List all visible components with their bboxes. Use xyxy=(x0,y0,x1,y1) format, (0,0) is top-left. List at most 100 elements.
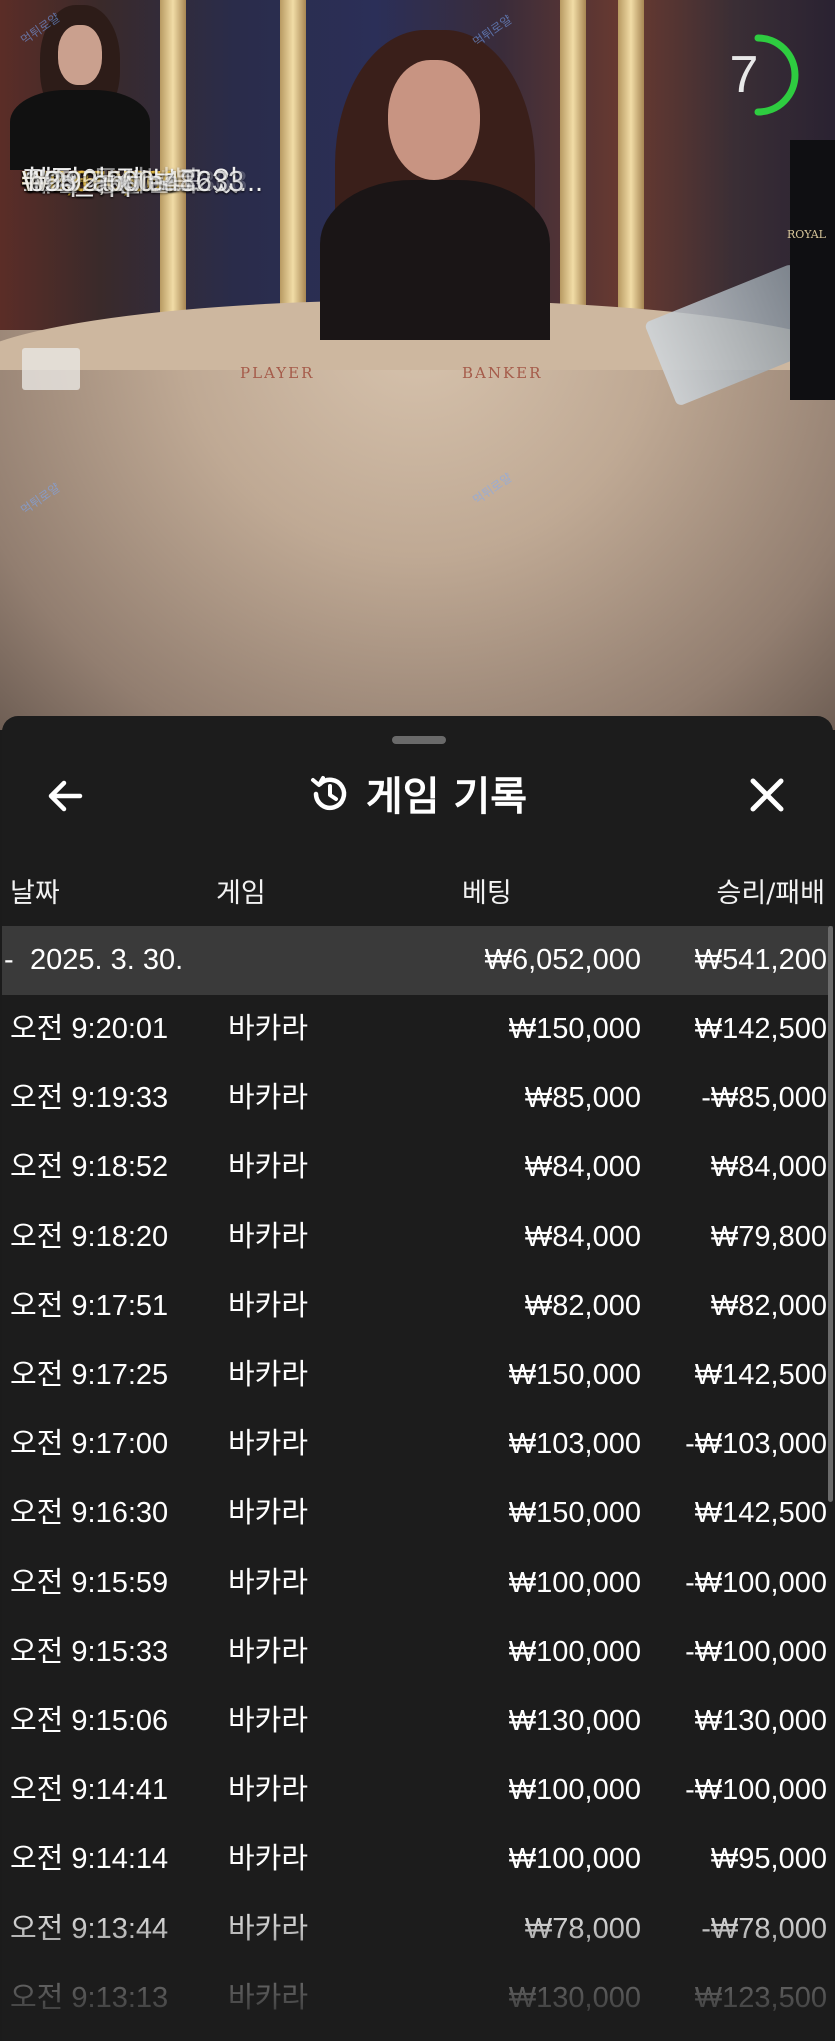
history-bet: ₩100,000 xyxy=(508,1843,641,1875)
history-row[interactable]: 오전 9:17:51 바카라 ₩82,000 ₩82,000 xyxy=(2,1272,833,1341)
history-bet: ₩100,000 xyxy=(508,1636,641,1668)
history-bet: ₩84,000 xyxy=(524,1151,641,1183)
history-result: ₩82,000 xyxy=(710,1290,827,1322)
history-time: 오전 9:14:14 xyxy=(10,1843,169,1875)
column-header-date: 날짜 xyxy=(10,878,60,909)
player-label: PLAYER xyxy=(240,364,315,382)
history-time: 오전 9:13:44 xyxy=(10,1913,169,1945)
history-bet: ₩100,000 xyxy=(508,1567,641,1599)
history-row[interactable]: 오전 9:18:20 바카라 ₩84,000 ₩79,800 xyxy=(2,1203,833,1272)
date-summary-date: 2025. 3. 30. xyxy=(30,944,184,976)
card-stack xyxy=(22,348,80,390)
date-summary-result: ₩541,200 xyxy=(694,944,827,976)
history-row[interactable]: 오전 9:16:30 바카라 ₩150,000 ₩142,500 xyxy=(2,1479,833,1548)
history-result: -₩78,000 xyxy=(701,1913,827,1945)
history-bet: ₩150,000 xyxy=(508,1013,641,1045)
date-summary-bet: ₩6,052,000 xyxy=(484,944,641,976)
history-time: 오전 9:15:33 xyxy=(10,1636,169,1668)
history-time: 오전 9:14:41 xyxy=(10,1774,169,1806)
history-result: ₩84,000 xyxy=(710,1151,827,1183)
history-game: 바카라 xyxy=(228,1982,309,2014)
history-result: -₩85,000 xyxy=(701,1082,827,1114)
history-row[interactable]: 오전 9:15:33 바카라 ₩100,000 -₩100,000 xyxy=(2,1618,833,1687)
scrollbar[interactable] xyxy=(828,926,833,1502)
history-row[interactable]: 오전 9:15:06 바카라 ₩130,000 ₩130,000 xyxy=(2,1687,833,1756)
history-result: ₩142,500 xyxy=(694,1013,827,1045)
history-result: -₩100,000 xyxy=(685,1774,827,1806)
history-row[interactable]: 오전 9:14:41 바카라 ₩100,000 -₩100,000 xyxy=(2,1756,833,1825)
history-row[interactable]: 오전 9:20:01 바카라 ₩150,000 ₩142,500 xyxy=(2,995,833,1064)
winner-name: 188_dmlwid1368 xyxy=(28,166,248,198)
history-game: 바카라 xyxy=(228,1013,309,1045)
history-bet: ₩82,000 xyxy=(524,1290,641,1322)
history-result: ₩79,800 xyxy=(710,1221,827,1253)
history-bet: ₩103,000 xyxy=(508,1428,641,1460)
column-header-bet: 베팅 xyxy=(462,878,512,909)
banner-text: ROYAL xyxy=(787,228,826,241)
history-time: 오전 9:13:13 xyxy=(10,1982,169,2014)
history-bet: ₩150,000 xyxy=(508,1359,641,1391)
history-time: 오전 9:18:52 xyxy=(10,1151,169,1183)
history-row[interactable]: 오전 9:13:44 바카라 ₩78,000 -₩78,000 xyxy=(2,1895,833,1964)
history-game: 바카라 xyxy=(228,1359,309,1391)
history-bet: ₩130,000 xyxy=(508,1705,641,1737)
round-timer: 7 xyxy=(729,46,759,104)
history-result: ₩95,000 xyxy=(710,1843,827,1875)
column-header-result: 승리/패배 xyxy=(716,878,825,909)
history-result: ₩130,000 xyxy=(694,1705,827,1737)
history-game: 바카라 xyxy=(228,1497,309,1529)
history-game: 바카라 xyxy=(228,1705,309,1737)
history-icon xyxy=(310,776,347,811)
date-summary-row[interactable]: - 2025. 3. 30. ₩6,052,000 ₩541,200 xyxy=(2,926,833,995)
history-time: 오전 9:16:30 xyxy=(10,1497,169,1529)
sheet-title: 게임 기록 xyxy=(2,764,833,822)
history-time: 오전 9:17:00 xyxy=(10,1428,169,1460)
history-bet: ₩78,000 xyxy=(524,1913,641,1945)
history-time: 오전 9:17:25 xyxy=(10,1359,169,1391)
history-result: ₩142,500 xyxy=(694,1497,827,1529)
history-row[interactable]: 오전 9:17:00 바카라 ₩103,000 -₩103,000 xyxy=(2,1410,833,1479)
history-game: 바카라 xyxy=(228,1843,309,1875)
drag-handle[interactable] xyxy=(392,736,446,744)
history-time: 오전 9:15:06 xyxy=(10,1705,169,1737)
history-bet: ₩150,000 xyxy=(508,1497,641,1529)
history-game: 바카라 xyxy=(228,1913,309,1945)
history-game: 바카라 xyxy=(228,1774,309,1806)
history-game: 바카라 xyxy=(228,1636,309,1668)
history-row[interactable]: 오전 9:17:25 바카라 ₩150,000 ₩142,500 xyxy=(2,1341,833,1410)
history-result: ₩142,500 xyxy=(694,1359,827,1391)
game-history-sheet: 게임 기록 날짜 게임 베팅 승리/패배 - 2025. 3. 30. ₩6,0… xyxy=(2,716,833,2041)
column-header-game: 게임 xyxy=(216,878,266,909)
history-bet: ₩100,000 xyxy=(508,1774,641,1806)
history-row[interactable]: 오전 9:19:33 바카라 ₩85,000 -₩85,000 xyxy=(2,1064,833,1133)
history-game: 바카라 xyxy=(228,1567,309,1599)
live-video: PLAYER BANKER ROYAL 7 먹튀로얄 먹튀로얄 먹튀로얄 먹튀로… xyxy=(0,0,835,730)
history-time: 오전 9:15:59 xyxy=(10,1567,169,1599)
history-time: 오전 9:17:51 xyxy=(10,1290,169,1322)
history-game: 바카라 xyxy=(228,1151,309,1183)
history-time: 오전 9:19:33 xyxy=(10,1082,169,1114)
history-result: -₩100,000 xyxy=(685,1636,827,1668)
history-result: ₩123,500 xyxy=(694,1982,827,2014)
close-icon xyxy=(750,778,784,812)
history-game: 바카라 xyxy=(228,1082,309,1114)
banker-label: BANKER xyxy=(462,364,543,382)
history-game: 바카라 xyxy=(228,1221,309,1253)
date-collapse-icon: - xyxy=(4,944,14,976)
history-bet: ₩84,000 xyxy=(524,1221,641,1253)
history-bet: ₩85,000 xyxy=(524,1082,641,1114)
history-time: 오전 9:18:20 xyxy=(10,1221,169,1253)
history-game: 바카라 xyxy=(228,1428,309,1460)
history-result: -₩103,000 xyxy=(685,1428,827,1460)
winner-entry: ₩1?2,650 188_dmlwid1368 xyxy=(22,148,835,217)
history-time: 오전 9:20:01 xyxy=(10,1013,169,1045)
history-row[interactable]: 오전 9:18:52 바카라 ₩84,000 ₩84,000 xyxy=(2,1133,833,1202)
history-game: 바카라 xyxy=(228,1290,309,1322)
close-button[interactable] xyxy=(744,772,790,818)
history-row[interactable]: 오전 9:14:14 바카라 ₩100,000 ₩95,000 xyxy=(2,1825,833,1894)
history-row[interactable]: 오전 9:13:13 바카라 ₩130,000 ₩123,500 xyxy=(2,1964,833,2033)
history-result: -₩100,000 xyxy=(685,1567,827,1599)
history-bet: ₩130,000 xyxy=(508,1982,641,2014)
sheet-title-text: 게임 기록 xyxy=(365,774,528,820)
history-row[interactable]: 오전 9:15:59 바카라 ₩100,000 -₩100,000 xyxy=(2,1549,833,1618)
